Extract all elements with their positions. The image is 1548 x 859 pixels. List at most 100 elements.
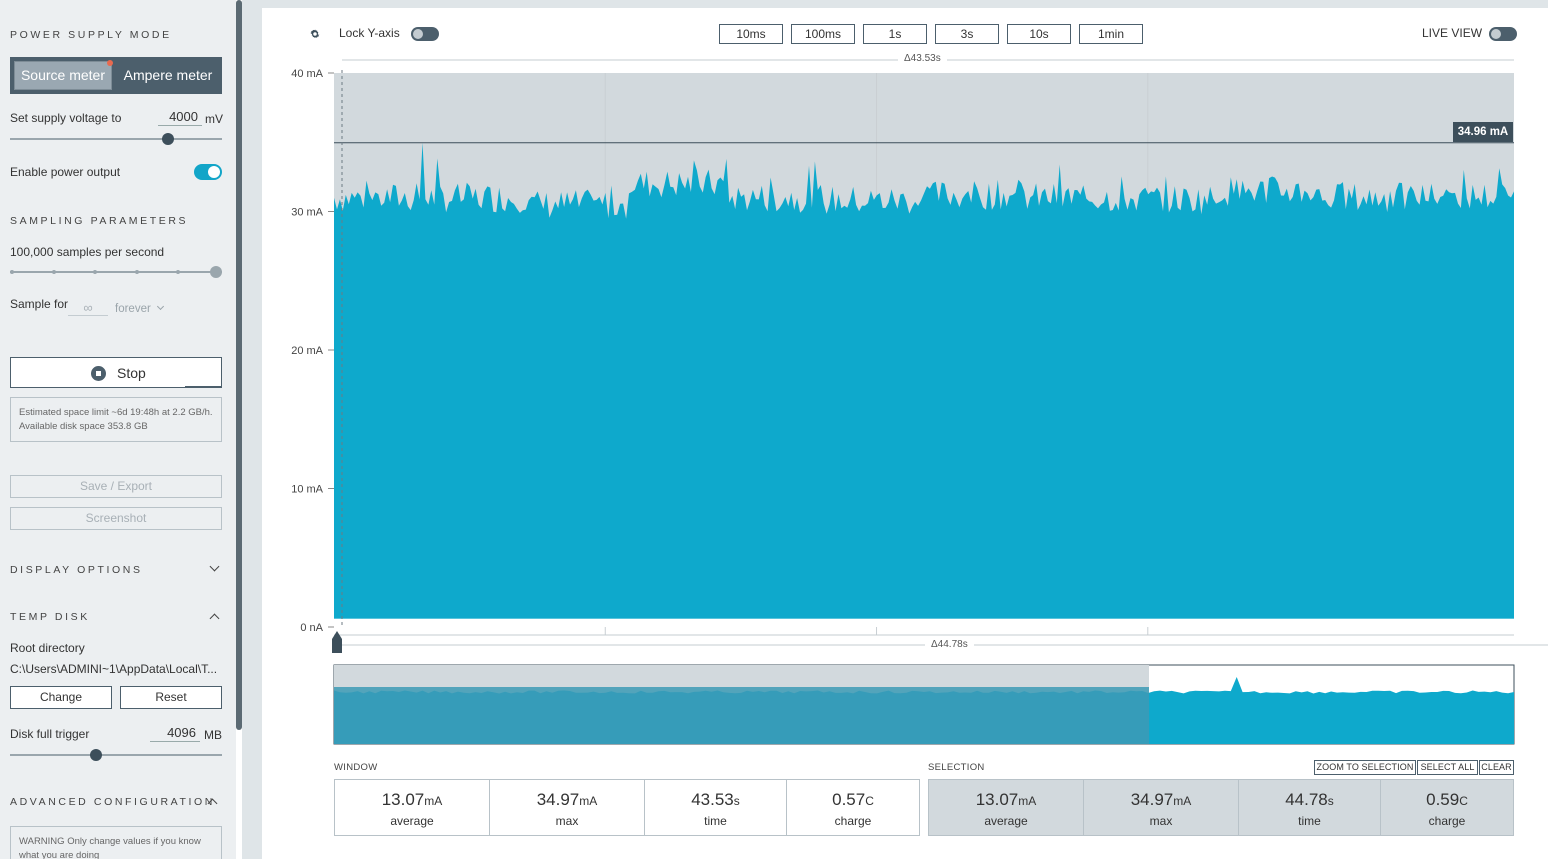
root-directory-label: Root directory [10, 641, 85, 655]
display-options-header[interactable]: DISPLAY OPTIONS [0, 556, 236, 584]
window-10s-button[interactable]: 10s [1007, 24, 1071, 44]
window-100ms-button[interactable]: 100ms [791, 24, 855, 44]
stat-label: average [984, 814, 1028, 828]
source-meter-label: Source meter [20, 67, 106, 83]
source-meter-button[interactable]: Source meter [14, 60, 113, 90]
stop-button[interactable]: Stop [10, 357, 222, 388]
zoom-to-selection-button[interactable]: ZOOM TO SELECTION [1314, 760, 1416, 775]
stat-label: max [1149, 814, 1173, 828]
sampling-parameters-title: SAMPLING PARAMETERS [10, 215, 189, 227]
window-1s-button[interactable]: 1s [863, 24, 927, 44]
sample-rate-tick [10, 270, 14, 274]
chevron-up-icon [209, 613, 220, 624]
stop-icon [91, 366, 106, 381]
supply-voltage-input[interactable] [158, 108, 202, 126]
stat-value: 0.59 [1426, 790, 1460, 809]
current-chart[interactable]: 40 mA 30 mA 20 mA 10 mA 0 nA [262, 50, 1548, 760]
disk-full-trigger-unit: MB [204, 728, 222, 742]
window-stats-box: 13.07mA average 34.97mA max 43.53s time … [334, 779, 920, 836]
selection-stat-max: 34.97mA max [1084, 780, 1239, 835]
stat-unit: C [865, 794, 874, 808]
toggle-knob [1491, 29, 1501, 39]
app-root: POWER SUPPLY MODE Source meter Ampere me… [0, 0, 1548, 859]
screenshot-button[interactable]: Screenshot [10, 507, 222, 530]
power-mode-switch: Source meter Ampere meter [10, 57, 222, 94]
toggle-knob [413, 29, 423, 39]
signal-area [334, 142, 1514, 627]
temp-disk-header[interactable]: TEMP DISK [0, 603, 236, 631]
baseline-strip [334, 618, 1514, 627]
stat-unit: mA [579, 794, 598, 808]
stat-value: 0.57 [832, 790, 866, 809]
bottom-delta-label: Δ44.78s [925, 639, 974, 650]
chevron-down-icon [209, 561, 220, 572]
power-supply-mode-title: POWER SUPPLY MODE [10, 29, 172, 41]
stat-label: max [555, 814, 579, 828]
stat-label: time [1298, 814, 1321, 828]
window-10ms-button[interactable]: 10ms [719, 24, 783, 44]
stat-label: time [704, 814, 727, 828]
top-border [262, 0, 1548, 8]
stat-value: 34.97 [536, 790, 580, 809]
power-output-toggle[interactable] [194, 164, 222, 180]
reset-button[interactable]: Reset [120, 686, 222, 709]
selection-stats-box: 13.07mA average 34.97mA max 44.78s time … [928, 779, 1514, 836]
supply-voltage-unit: mV [205, 112, 223, 126]
lock-y-axis-toggle[interactable] [411, 27, 439, 41]
minimap-window-signal [334, 687, 1149, 744]
root-directory-path: C:\Users\ADMINI~1\AppData\Local\T... [10, 662, 218, 676]
advanced-configuration-header[interactable]: ADVANCED CONFIGURATION [0, 788, 236, 816]
window-stat-charge: 0.57C charge [787, 780, 919, 835]
window-stats-title: WINDOW [334, 762, 378, 773]
sidebar-divider [242, 0, 262, 859]
sample-for-dropdown[interactable]: forever [115, 302, 165, 315]
y-tick-label: 20 mA [291, 345, 323, 357]
stat-value: 13.07 [381, 790, 425, 809]
stat-label: average [390, 814, 434, 828]
stat-label: charge [834, 814, 872, 828]
power-output-toggle-knob [208, 166, 220, 178]
sample-rate-tick [52, 270, 56, 274]
supply-voltage-slider-track [10, 138, 222, 140]
stat-unit: s [1327, 794, 1334, 808]
window-stat-average: 13.07mA average [335, 780, 490, 835]
advanced-configuration-title: ADVANCED CONFIGURATION [10, 796, 215, 808]
stat-label: charge [1428, 814, 1466, 828]
window-1min-button[interactable]: 1min [1079, 24, 1143, 44]
stat-unit: mA [1018, 794, 1037, 808]
stop-underline [185, 386, 221, 388]
save-export-button[interactable]: Save / Export [10, 475, 222, 498]
sidebar: POWER SUPPLY MODE Source meter Ampere me… [0, 0, 236, 859]
sample-for-unit: forever [115, 303, 151, 315]
disk-full-trigger-input[interactable] [150, 724, 200, 742]
select-all-button[interactable]: SELECT ALL [1417, 760, 1478, 775]
live-view-label: LIVE VIEW [1422, 26, 1483, 40]
active-indicator-dot [107, 60, 113, 66]
y-tick-label: 30 mA [291, 207, 323, 219]
top-delta-label: Δ43.53s [898, 53, 947, 64]
stat-value: 13.07 [975, 790, 1019, 809]
chevron-down-icon [156, 302, 165, 311]
window-3s-button[interactable]: 3s [935, 24, 999, 44]
sample-rate-slider-track [10, 271, 222, 273]
disk-trigger-slider-track [10, 754, 222, 756]
ampere-meter-button[interactable]: Ampere meter [118, 61, 218, 90]
supply-voltage-slider-knob[interactable] [162, 133, 174, 145]
sample-rate-label: 100,000 samples per second [10, 245, 165, 259]
selection-stat-average: 13.07mA average [929, 780, 1084, 835]
lock-y-axis-label: Lock Y-axis [339, 26, 400, 40]
sample-rate-slider-knob[interactable] [210, 266, 222, 278]
change-button[interactable]: Change [10, 686, 112, 709]
selection-stat-time: 44.78s time [1239, 780, 1381, 835]
live-view-toggle[interactable] [1489, 27, 1517, 41]
disk-full-trigger-label: Disk full trigger [10, 727, 90, 741]
gear-icon[interactable] [309, 28, 321, 40]
sample-for-input[interactable]: ∞ [68, 300, 108, 316]
advanced-warning: WARNING Only change values if you know w… [10, 826, 222, 859]
clear-button[interactable]: CLEAR [1479, 760, 1514, 775]
selection-stat-charge: 0.59C charge [1381, 780, 1513, 835]
enable-power-output-label: Enable power output [10, 165, 121, 179]
disk-trigger-slider-knob[interactable] [90, 749, 102, 761]
stat-unit: C [1459, 794, 1468, 808]
stat-unit: mA [1173, 794, 1192, 808]
